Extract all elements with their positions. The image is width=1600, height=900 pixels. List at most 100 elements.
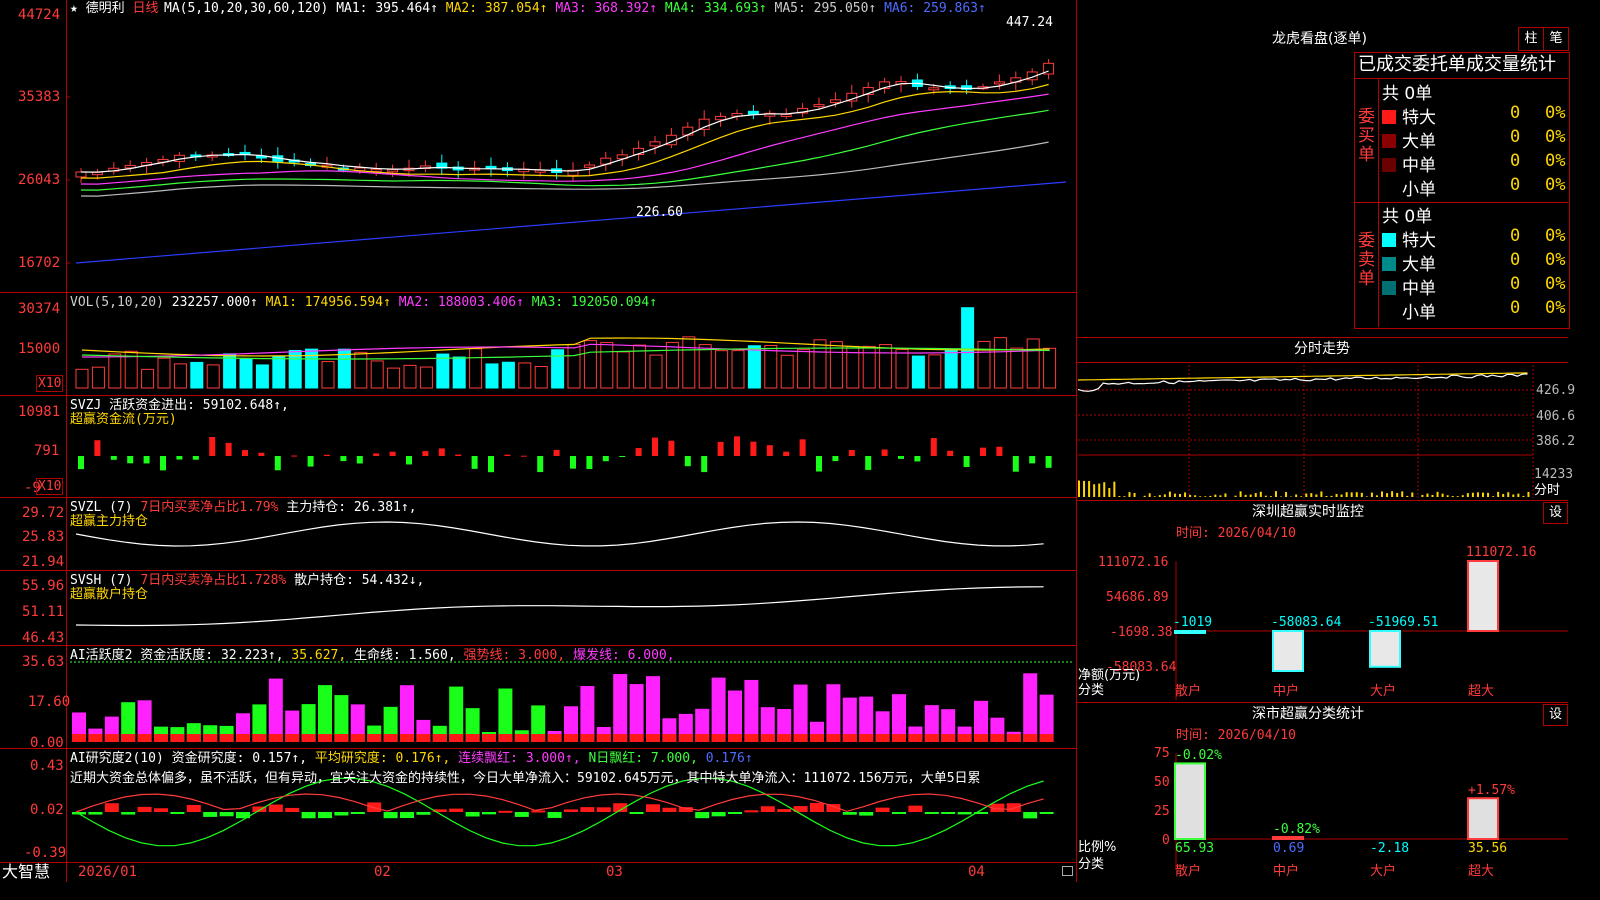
intraday-volume-bar — [1350, 492, 1353, 497]
ma-value-4: MA4: 334.693↑ — [664, 1, 775, 16]
volume-bar — [944, 349, 958, 389]
class-axis-label: 75 — [1154, 746, 1170, 761]
intraday-volume-bar — [1219, 495, 1222, 497]
date-label: 2026/01 — [78, 864, 138, 880]
fund-flow-bar — [734, 436, 740, 456]
research-bar — [203, 812, 218, 817]
order-total: 共 0单 — [1382, 207, 1433, 227]
intraday-volume-bar — [1492, 496, 1495, 497]
sz-bar — [1467, 560, 1499, 632]
volume-bar — [813, 339, 827, 389]
column-view-button[interactable]: 柱 — [1518, 27, 1544, 51]
period-label[interactable]: 日线 — [133, 1, 159, 16]
svsh-axis-label: 51.11 — [22, 604, 65, 620]
intraday-volume-bar — [1365, 496, 1368, 497]
class-bar — [1467, 797, 1499, 841]
intraday-volume-bar — [1315, 494, 1318, 497]
fund-flow-bar — [471, 456, 478, 469]
volume-bar — [977, 340, 991, 389]
intraday-volume-bar — [1244, 494, 1247, 497]
panel-divider — [0, 645, 1076, 646]
intraday-volume-bar — [1214, 494, 1217, 497]
svsh-value: 散户持仓: 54.432↓, — [294, 573, 425, 588]
volume-bar — [764, 345, 778, 389]
research-bar — [777, 809, 792, 812]
research-bar — [892, 812, 906, 814]
retail-holding-line — [75, 586, 1044, 627]
research-bar — [875, 807, 890, 812]
volume-bar — [895, 349, 909, 389]
intraday-volume-bar — [1487, 492, 1490, 497]
activity-base — [596, 734, 611, 742]
activity-base — [793, 734, 808, 742]
intraday-volume-bar — [1340, 494, 1343, 497]
candle-body — [747, 110, 759, 115]
activity-base — [203, 734, 218, 742]
star-icon[interactable]: ★ — [70, 1, 78, 16]
sz-monitor-date: 时间: 2026/04/10 — [1176, 526, 1296, 541]
ma-header: MA(5,10,20,30,60,120) MA1: 395.464↑ MA2:… — [164, 1, 986, 16]
kline-chart-canvas[interactable] — [0, 0, 1568, 882]
panel-divider — [0, 497, 1076, 498]
fund-flow-bar — [832, 456, 839, 462]
fund-flow-bar — [488, 456, 494, 473]
fund-flow-bar — [78, 456, 84, 470]
activity-base — [465, 734, 480, 742]
volume-bar — [485, 363, 499, 389]
order-count: 0 — [1510, 274, 1521, 294]
volume-bar — [649, 354, 663, 389]
fund-flow-bar — [258, 452, 265, 456]
intraday-volume-bar — [1148, 493, 1151, 497]
ma-value-0: MA(5,10,20,30,60,120) — [164, 1, 337, 16]
svzj-unit-badge: X10 — [36, 478, 64, 495]
lock-icon[interactable] — [1062, 866, 1073, 876]
intraday-volume-bar — [1300, 496, 1303, 497]
svzl-axis-label: 21.94 — [22, 554, 65, 570]
volume-bar — [452, 356, 466, 389]
sell-order-label: 委卖单 — [1358, 231, 1375, 289]
intraday-volume-bar — [1163, 494, 1166, 497]
order-count: 0 — [1510, 298, 1521, 318]
fund-flow-bar — [684, 456, 691, 467]
svzl-name: SVZL (7) — [70, 500, 133, 515]
svzl-axis-label: 29.72 — [22, 505, 65, 521]
svzl-ratio: 7日内买卖净占比1.79% — [140, 500, 279, 515]
activity-base — [875, 734, 890, 742]
activity-bar — [613, 674, 628, 742]
intraday-volume-bar — [1476, 492, 1479, 497]
intraday-volume-bar — [1274, 491, 1277, 497]
tick-view-button[interactable]: 笔 — [1543, 27, 1569, 51]
stock-name[interactable]: 德明利 — [86, 1, 125, 16]
order-type: 中单 — [1402, 156, 1436, 176]
sz-class-settings-button[interactable]: 设 — [1543, 704, 1568, 726]
activity-base — [826, 734, 841, 742]
intraday-unit: 分时 — [1534, 483, 1561, 498]
svsh-axis-label: 55.96 — [22, 578, 65, 594]
volume-bar — [173, 363, 187, 389]
order-color-swatch — [1382, 134, 1396, 148]
intraday-volume-bar — [1285, 492, 1288, 497]
research-bar — [154, 808, 168, 812]
intraday-volume-bar — [1370, 492, 1373, 497]
order-percent: 0% — [1545, 226, 1566, 246]
intraday-volume-bar — [1375, 495, 1378, 497]
candle-body — [715, 115, 727, 121]
sz-monitor-settings-button[interactable]: 设 — [1543, 502, 1568, 524]
fund-flow-bar — [701, 456, 708, 473]
order-percent: 0% — [1545, 175, 1566, 195]
panel-divider — [0, 862, 1076, 863]
activity-bar — [711, 677, 726, 742]
volume-bar — [698, 344, 712, 389]
fund-flow-bar — [307, 456, 314, 467]
activity-bar — [629, 684, 644, 742]
order-count: 0 — [1510, 103, 1521, 123]
intraday-volume-bar — [1451, 496, 1454, 497]
activity-base — [629, 734, 644, 742]
activity-base — [564, 734, 578, 742]
sz-bar-value: -51969.51 — [1368, 615, 1439, 630]
research-bar — [268, 804, 283, 812]
activity-base — [842, 734, 857, 742]
svsh-title: 超赢散户持仓 — [70, 587, 149, 602]
activity-bar — [498, 688, 513, 742]
research-bar — [596, 807, 611, 812]
